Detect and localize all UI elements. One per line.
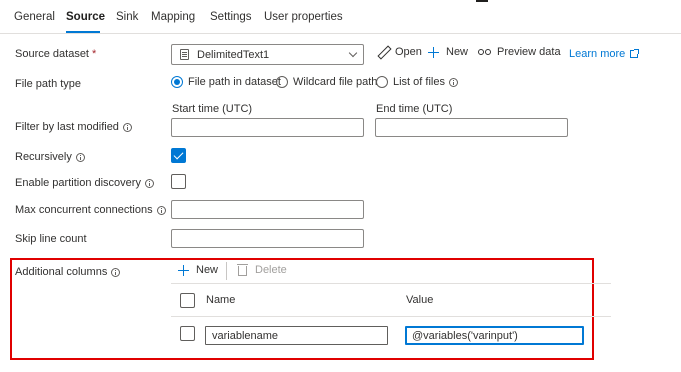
tab-source[interactable]: Source bbox=[66, 11, 105, 23]
filter-last-modified-text: Filter by last modified bbox=[15, 121, 119, 133]
trash-icon bbox=[237, 264, 248, 276]
tab-general[interactable]: General bbox=[14, 11, 55, 23]
source-dataset-dropdown[interactable]: DelimitedText1 bbox=[171, 44, 364, 65]
info-icon[interactable] bbox=[156, 205, 166, 215]
max-concurrent-input[interactable] bbox=[171, 200, 364, 219]
additional-columns-text: Additional columns bbox=[15, 266, 108, 278]
grid-header-rule bbox=[171, 316, 611, 317]
pencil-icon bbox=[377, 46, 389, 58]
radio-wildcard-file-path[interactable]: Wildcard file path bbox=[276, 76, 377, 88]
recursively-label: Recursively bbox=[15, 151, 85, 163]
column-name-input[interactable]: variablename bbox=[205, 326, 388, 345]
recursively-checkbox[interactable] bbox=[171, 148, 186, 163]
max-concurrent-label: Max concurrent connections bbox=[15, 204, 166, 216]
radio-button[interactable] bbox=[376, 76, 388, 88]
column-value-input[interactable]: @variables('varinput') bbox=[405, 326, 584, 345]
info-icon[interactable] bbox=[448, 77, 458, 87]
radio-label: Wildcard file path bbox=[293, 76, 378, 88]
tab-sink[interactable]: Sink bbox=[116, 11, 138, 23]
recursively-text: Recursively bbox=[15, 151, 72, 163]
radio-label: List of files bbox=[393, 76, 445, 88]
source-dataset-label-text: Source dataset bbox=[15, 48, 89, 60]
column-header-name: Name bbox=[206, 294, 236, 306]
open-button[interactable]: Open bbox=[377, 46, 422, 58]
max-concurrent-text: Max concurrent connections bbox=[15, 204, 153, 216]
radio-label: File path in dataset bbox=[188, 76, 281, 88]
file-path-type-label: File path type bbox=[15, 78, 82, 90]
filter-last-modified-label: Filter by last modified bbox=[15, 121, 132, 133]
learn-more-text: Learn more bbox=[569, 48, 626, 60]
tab-settings[interactable]: Settings bbox=[210, 11, 252, 23]
dataset-icon bbox=[180, 49, 189, 60]
partition-discovery-label: Enable partition discovery bbox=[15, 177, 154, 189]
grid-top-rule bbox=[171, 283, 611, 284]
preview-data-button[interactable]: Preview data bbox=[478, 46, 561, 58]
start-time-input[interactable] bbox=[171, 118, 364, 137]
external-link-icon bbox=[630, 49, 640, 58]
learn-more-link[interactable]: Learn more bbox=[569, 48, 640, 60]
source-dataset-label: Source dataset * bbox=[15, 48, 96, 60]
start-time-label: Start time (UTC) bbox=[172, 103, 253, 115]
column-header-value: Value bbox=[406, 294, 434, 306]
active-tab-indicator bbox=[66, 31, 100, 33]
required-mark: * bbox=[92, 48, 97, 60]
select-all-checkbox[interactable] bbox=[180, 293, 195, 308]
toolbar-divider bbox=[226, 262, 227, 280]
info-icon[interactable] bbox=[75, 152, 85, 162]
skip-line-count-label: Skip line count bbox=[15, 233, 87, 245]
info-icon[interactable] bbox=[122, 122, 132, 132]
info-icon[interactable] bbox=[111, 267, 121, 277]
radio-button[interactable] bbox=[276, 76, 288, 88]
radio-list-of-files[interactable]: List of files bbox=[376, 76, 458, 88]
additional-columns-label: Additional columns bbox=[15, 266, 121, 278]
tab-user-properties[interactable]: User properties bbox=[264, 11, 343, 23]
radio-button-checked[interactable] bbox=[171, 76, 183, 88]
partition-discovery-text: Enable partition discovery bbox=[15, 177, 141, 189]
tab-bar: General Source Sink Mapping Settings Use… bbox=[0, 0, 681, 34]
source-dataset-value: DelimitedText1 bbox=[197, 48, 270, 61]
end-time-input[interactable] bbox=[375, 118, 568, 137]
open-button-label: Open bbox=[395, 46, 422, 58]
plus-icon bbox=[178, 264, 189, 276]
new-dataset-label: New bbox=[446, 46, 469, 58]
divider bbox=[476, 0, 488, 2]
add-column-label: New bbox=[196, 264, 219, 276]
preview-data-label: Preview data bbox=[497, 46, 561, 58]
plus-icon bbox=[428, 46, 439, 58]
skip-line-count-input[interactable] bbox=[171, 229, 364, 248]
add-column-button[interactable]: New bbox=[178, 264, 218, 276]
row-checkbox[interactable] bbox=[180, 326, 195, 341]
info-icon[interactable] bbox=[144, 178, 154, 188]
delete-column-label: Delete bbox=[255, 264, 287, 276]
end-time-label: End time (UTC) bbox=[376, 103, 453, 115]
new-dataset-button[interactable]: New bbox=[428, 46, 468, 58]
glasses-icon bbox=[478, 48, 491, 56]
radio-file-path-in-dataset[interactable]: File path in dataset bbox=[171, 76, 281, 88]
chevron-down-icon bbox=[348, 48, 358, 58]
tab-mapping[interactable]: Mapping bbox=[151, 11, 195, 23]
partition-discovery-checkbox[interactable] bbox=[171, 174, 186, 189]
delete-column-button[interactable]: Delete bbox=[237, 264, 287, 276]
